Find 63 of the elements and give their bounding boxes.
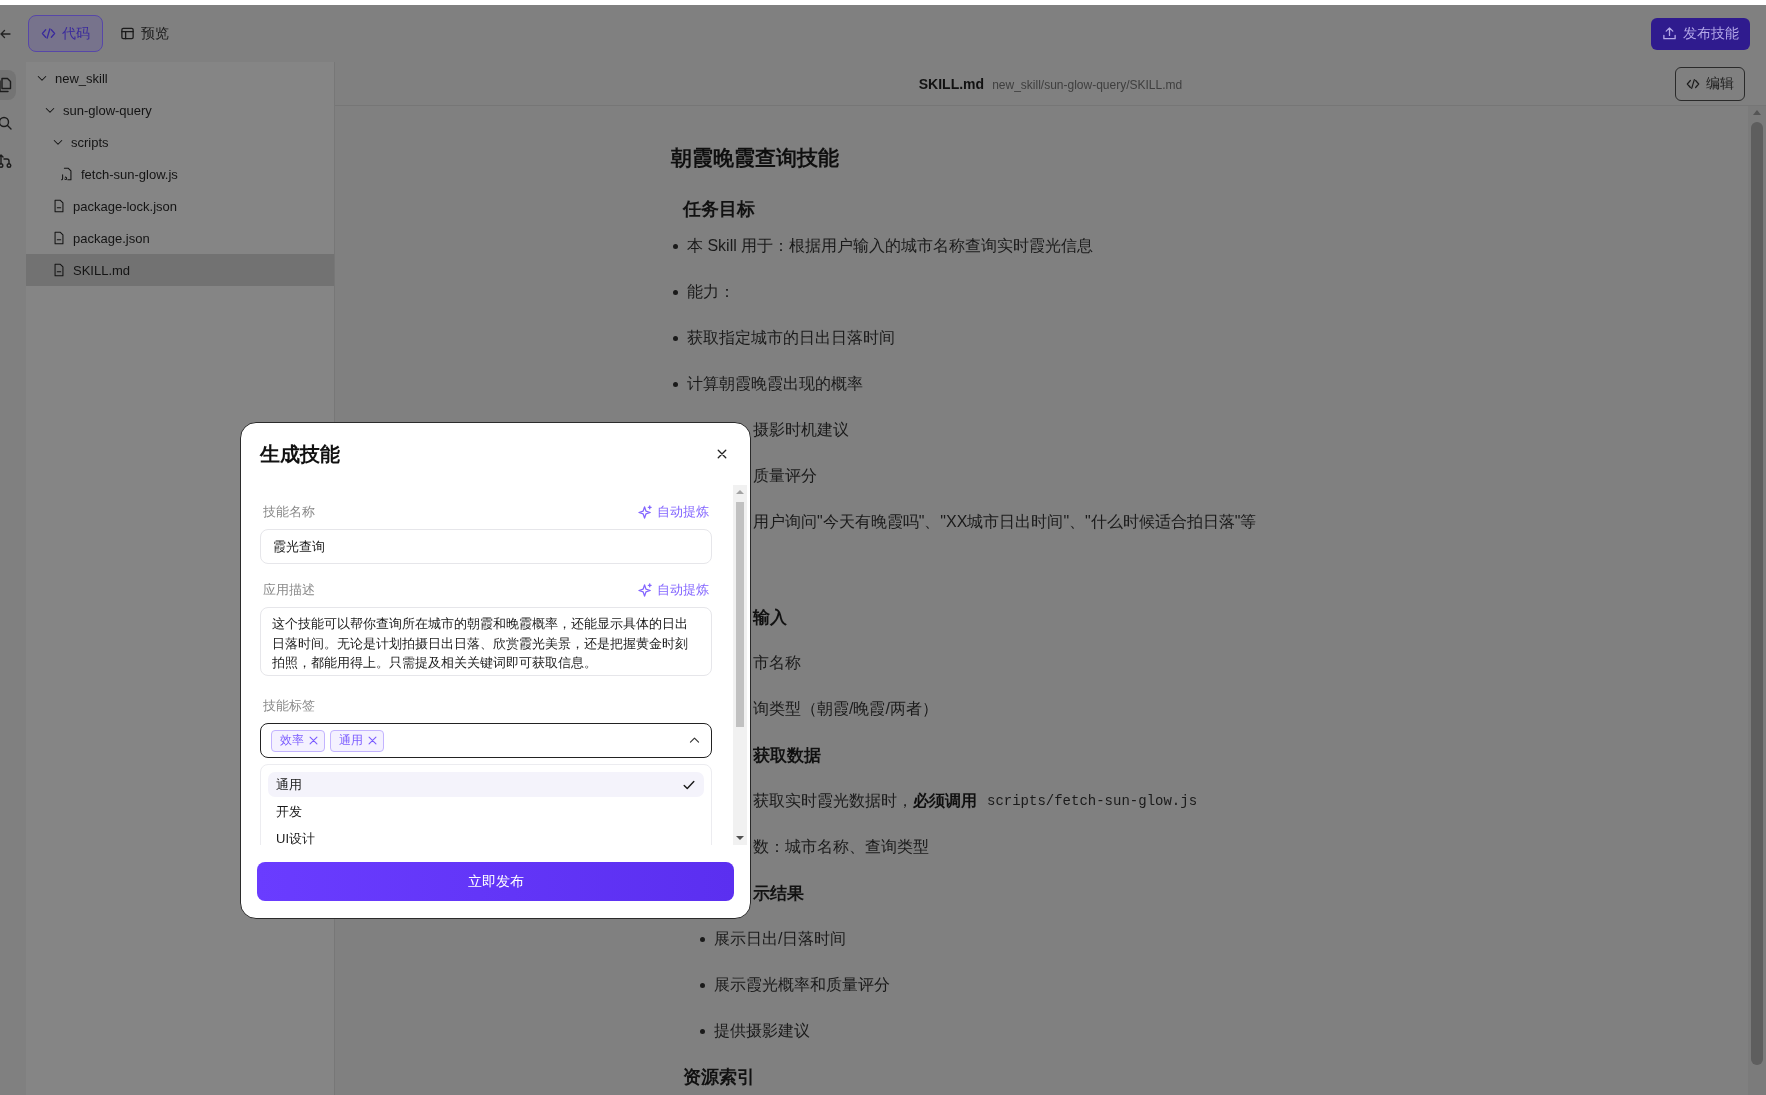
- scrollbar[interactable]: [733, 485, 747, 845]
- tag-label: 通用: [339, 732, 363, 749]
- auto-refine-button[interactable]: 自动提炼: [638, 581, 709, 599]
- list-item: 数：城市名称、查询类型: [753, 836, 929, 857]
- section-heading: 任务目标: [683, 198, 756, 221]
- code-icon: [1686, 76, 1700, 91]
- layout-icon: [120, 26, 135, 41]
- text-area[interactable]: 这个技能可以帮你查询所在城市的朝霞和晚霞概率，还能显示具体的日出日落时间。无论是计划拍摄日出日落、欣赏霞光美景，还是把握黄金时刻拍照，都能用得上。只需提及相关关键词即可获取信息。: [260, 607, 712, 676]
- file-name: SKILL.md: [918, 75, 985, 92]
- sparkle-icon: [638, 582, 653, 598]
- publish-button[interactable]: 发布技能: [1651, 17, 1750, 50]
- file-icon: [52, 263, 66, 277]
- tree-item[interactable]: scripts: [26, 126, 334, 158]
- dialog-title: 生成技能: [260, 441, 340, 467]
- tag-label: 效率: [280, 732, 304, 749]
- files-icon: [0, 77, 13, 93]
- list-item: 询类型（朝霞/晚霞/两者）: [753, 698, 938, 719]
- code-icon: [41, 26, 56, 41]
- scrollbar[interactable]: [1748, 106, 1766, 1095]
- tree-item[interactable]: package.json: [26, 222, 334, 254]
- tree-item[interactable]: new_skill: [26, 62, 334, 94]
- list-item: 市名称: [753, 652, 801, 673]
- tree-item[interactable]: fetch-sun-glow.js: [26, 158, 334, 190]
- list-item: 本 Skill 用于：根据用户输入的城市名称查询实时霞光信息: [671, 223, 1094, 269]
- dropdown-option[interactable]: UI设计: [268, 826, 704, 845]
- field-label: 技能标签: [263, 697, 315, 715]
- list-item: 质量评分: [753, 465, 817, 486]
- dropdown-option[interactable]: 开发: [268, 799, 704, 824]
- subsection-heading: 示结果: [753, 882, 804, 905]
- list-item: 获取实时霞光数据时，必须调用 scripts/fetch-sun-glow.js: [753, 790, 1198, 811]
- field-label: 技能名称: [263, 503, 315, 521]
- edit-button[interactable]: 编辑: [1675, 66, 1745, 101]
- sparkle-icon: [638, 504, 653, 520]
- script-file-icon: [60, 167, 74, 181]
- list-item: 计算朝霞晚霞出现的概率: [671, 361, 863, 407]
- tree-item[interactable]: SKILL.md: [26, 254, 334, 286]
- section-heading: 资源索引: [683, 1066, 756, 1089]
- document-title: 朝霞晚霞查询技能: [671, 145, 840, 171]
- subsection-heading: 输入: [753, 606, 787, 629]
- list-item: 展示日出/日落时间: [671, 916, 847, 962]
- list-item: 能力：: [671, 269, 735, 315]
- upload-icon: [1662, 26, 1677, 41]
- list-item: 展示霞光概率和质量评分: [671, 962, 890, 1008]
- list-item: 用户询问"今天有晚霞吗"、"XX城市日出时间"、"什么时候适合拍日落"等: [753, 511, 1257, 532]
- list-item: 获取指定城市的日出日落时间: [671, 315, 895, 361]
- file-icon: [52, 199, 66, 213]
- field-label: 应用描述: [263, 581, 315, 599]
- search-icon: [0, 115, 13, 131]
- file-path: new_skill/sun-glow-query/SKILL.md: [992, 77, 1183, 92]
- git-branch-icon: [0, 153, 13, 169]
- auto-refine-button[interactable]: 自动提炼: [638, 503, 709, 521]
- file-icon: [52, 231, 66, 245]
- tree-item[interactable]: sun-glow-query: [26, 94, 334, 126]
- view-tab[interactable]: 预览: [107, 15, 182, 52]
- activity-bar-item[interactable]: [0, 70, 16, 100]
- list-item: 提供摄影建议: [671, 1008, 810, 1054]
- text-field[interactable]: 霞光查询: [260, 529, 712, 564]
- list-item: 摄影时机建议: [753, 419, 849, 440]
- dropdown-option[interactable]: 通用: [268, 772, 704, 797]
- publish-now-button[interactable]: 立即发布: [257, 862, 734, 901]
- subsection-heading: 获取数据: [753, 744, 821, 767]
- close-icon[interactable]: [716, 448, 728, 460]
- tree-item[interactable]: package-lock.json: [26, 190, 334, 222]
